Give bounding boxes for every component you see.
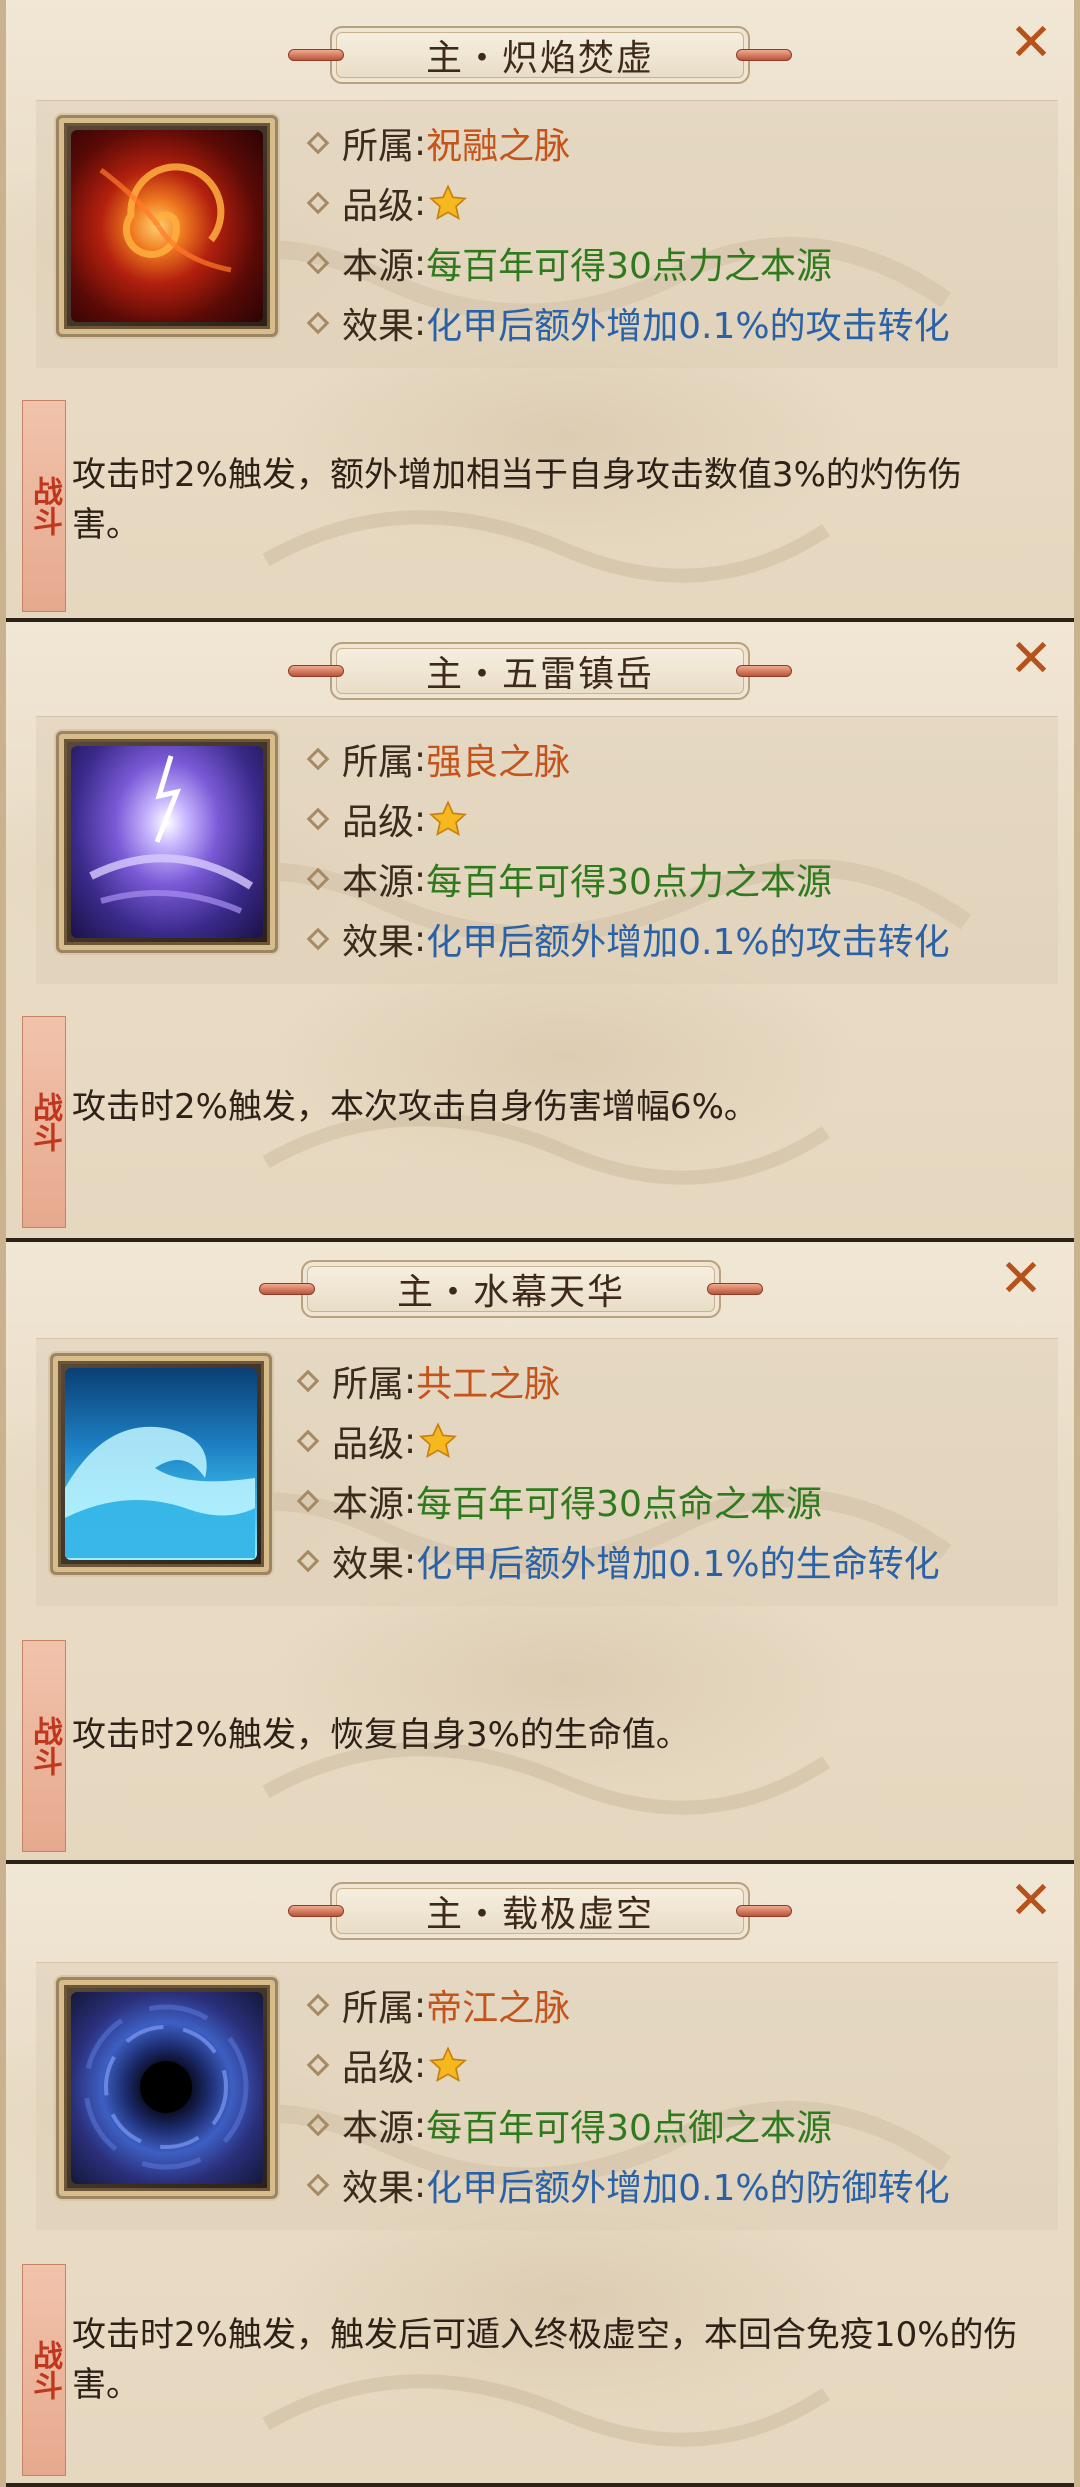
source-line: 本源: 每百年可得30点力之本源 <box>306 849 1058 909</box>
diamond-bullet-icon <box>296 1489 320 1513</box>
description-row: 战斗 攻击时2%触发，本次攻击自身伤害增幅6%。 <box>22 1016 1058 1236</box>
skill-title: 主・五雷镇岳 <box>425 654 654 695</box>
affiliation-line: 所属: 强良之脉 <box>306 729 1058 789</box>
battle-tag: 战斗 <box>22 1640 66 1852</box>
diamond-bullet-icon <box>306 2113 330 2137</box>
affiliation-line: 所属: 共工之脉 <box>296 1351 1058 1411</box>
close-icon[interactable]: ✕ <box>1006 1875 1056 1928</box>
skill-icon-frame <box>50 1353 272 1575</box>
diamond-bullet-icon <box>306 2053 330 2077</box>
diamond-bullet-icon <box>306 807 330 831</box>
diamond-bullet-icon <box>306 867 330 891</box>
diamond-bullet-icon <box>296 1369 320 1393</box>
skill-description: 攻击时2%触发，触发后可遁入终极虚空，本回合免疫10%的伤害。 <box>72 2315 1018 2405</box>
effect-value: 化甲后额外增加0.1%的攻击转化 <box>426 306 950 347</box>
grade-line: 品级: <box>306 789 1058 849</box>
title-banner: 主・载极虚空 <box>288 1876 792 1946</box>
star-icon <box>419 1422 458 1458</box>
skill-title: 主・炽焰焚虚 <box>425 38 654 79</box>
info-row: 所属: 祝融之脉 品级: 本源: 每百年可得30点力之本源 效果: 化甲后额外增加0.… <box>36 100 1058 368</box>
source-value: 每百年可得30点力之本源 <box>426 862 832 903</box>
diamond-bullet-icon <box>306 311 330 335</box>
battle-tag: 战斗 <box>22 400 66 612</box>
skill-card-2: 主・五雷镇岳 ✕ 所属: 强良之脉 品级: 本源: 每百年可得30点力之本源 效果:… <box>0 622 1080 1242</box>
info-row: 所属: 强良之脉 品级: 本源: 每百年可得30点力之本源 效果: 化甲后额外增加0.… <box>36 716 1058 984</box>
source-value: 每百年可得30点力之本源 <box>426 246 832 287</box>
star-icon <box>429 800 468 836</box>
battle-tag: 战斗 <box>22 1016 66 1228</box>
description-row: 战斗 攻击时2%触发，额外增加相当于自身攻击数值3%的灼伤伤害。 <box>22 400 1058 616</box>
close-icon[interactable]: ✕ <box>1006 633 1056 686</box>
title-banner: 主・水幕天华 <box>259 1254 763 1324</box>
void-vortex-icon <box>71 1992 263 2184</box>
effect-line: 效果: 化甲后额外增加0.1%的生命转化 <box>296 1531 1058 1591</box>
affiliation-value: 共工之脉 <box>416 1364 561 1405</box>
effect-value: 化甲后额外增加0.1%的生命转化 <box>416 1544 940 1585</box>
diamond-bullet-icon <box>306 927 330 951</box>
diamond-bullet-icon <box>306 251 330 275</box>
source-line: 本源: 每百年可得30点御之本源 <box>306 2095 1058 2155</box>
lightning-vortex-icon <box>71 746 263 938</box>
skill-icon-frame <box>56 115 278 337</box>
star-icon <box>429 184 468 220</box>
source-line: 本源: 每百年可得30点力之本源 <box>306 233 1058 293</box>
affiliation-value: 强良之脉 <box>426 742 571 783</box>
source-line: 本源: 每百年可得30点命之本源 <box>296 1471 1058 1531</box>
affiliation-line: 所属: 祝融之脉 <box>306 113 1058 173</box>
battle-tag: 战斗 <box>22 2264 66 2476</box>
skill-icon-frame <box>56 1977 278 2199</box>
affiliation-value: 帝江之脉 <box>426 1988 571 2029</box>
skill-description: 攻击时2%触发，额外增加相当于自身攻击数值3%的灼伤伤害。 <box>72 455 962 545</box>
title-banner: 主・五雷镇岳 <box>288 636 792 706</box>
diamond-bullet-icon <box>306 2173 330 2197</box>
effect-value: 化甲后额外增加0.1%的攻击转化 <box>426 922 950 963</box>
diamond-bullet-icon <box>296 1429 320 1453</box>
close-icon[interactable]: ✕ <box>996 1253 1046 1306</box>
info-row: 所属: 帝江之脉 品级: 本源: 每百年可得30点御之本源 效果: 化甲后额外增加0.… <box>36 1962 1058 2230</box>
water-wave-icon <box>65 1368 257 1560</box>
skill-card-3: 主・水幕天华 ✕ 所属: 共工之脉 品级: 本源: 每百年可得30点命之本源 效果:… <box>0 1242 1080 1864</box>
source-value: 每百年可得30点命之本源 <box>416 1484 822 1525</box>
affiliation-line: 所属: 帝江之脉 <box>306 1975 1058 2035</box>
skill-title: 主・水幕天华 <box>396 1272 625 1313</box>
close-icon[interactable]: ✕ <box>1006 17 1056 70</box>
skill-card-1: 主・炽焰焚虚 ✕ 所属: 祝融之脉 品级: 本源: 每百年可得30点力之本源 效果:… <box>0 0 1080 622</box>
diamond-bullet-icon <box>296 1549 320 1573</box>
effect-line: 效果: 化甲后额外增加0.1%的攻击转化 <box>306 293 1058 353</box>
skill-icon-frame <box>56 731 278 953</box>
skill-description: 攻击时2%触发，恢复自身3%的生命值。 <box>72 1715 690 1755</box>
diamond-bullet-icon <box>306 191 330 215</box>
affiliation-value: 祝融之脉 <box>426 126 571 167</box>
grade-line: 品级: <box>306 2035 1058 2095</box>
grade-line: 品级: <box>306 173 1058 233</box>
source-value: 每百年可得30点御之本源 <box>426 2108 832 2149</box>
info-row: 所属: 共工之脉 品级: 本源: 每百年可得30点命之本源 效果: 化甲后额外增加0.… <box>36 1338 1058 1606</box>
description-row: 战斗 攻击时2%触发，触发后可遁入终极虚空，本回合免疫10%的伤害。 <box>22 2264 1058 2481</box>
effect-value: 化甲后额外增加0.1%的防御转化 <box>426 2168 950 2209</box>
diamond-bullet-icon <box>306 747 330 771</box>
description-row: 战斗 攻击时2%触发，恢复自身3%的生命值。 <box>22 1640 1058 1858</box>
fire-swirl-icon <box>71 130 263 322</box>
grade-line: 品级: <box>296 1411 1058 1471</box>
skill-card-4: 主・载极虚空 ✕ 所属: 帝江之脉 品级: 本源: 每百年可得30点御之本源 效果:… <box>0 1864 1080 2487</box>
title-banner: 主・炽焰焚虚 <box>288 20 792 90</box>
skill-description: 攻击时2%触发，本次攻击自身伤害增幅6%。 <box>72 1087 758 1127</box>
diamond-bullet-icon <box>306 131 330 155</box>
star-icon <box>429 2046 468 2082</box>
skill-title: 主・载极虚空 <box>425 1894 654 1935</box>
diamond-bullet-icon <box>306 1993 330 2017</box>
effect-line: 效果: 化甲后额外增加0.1%的攻击转化 <box>306 909 1058 969</box>
effect-line: 效果: 化甲后额外增加0.1%的防御转化 <box>306 2155 1058 2215</box>
